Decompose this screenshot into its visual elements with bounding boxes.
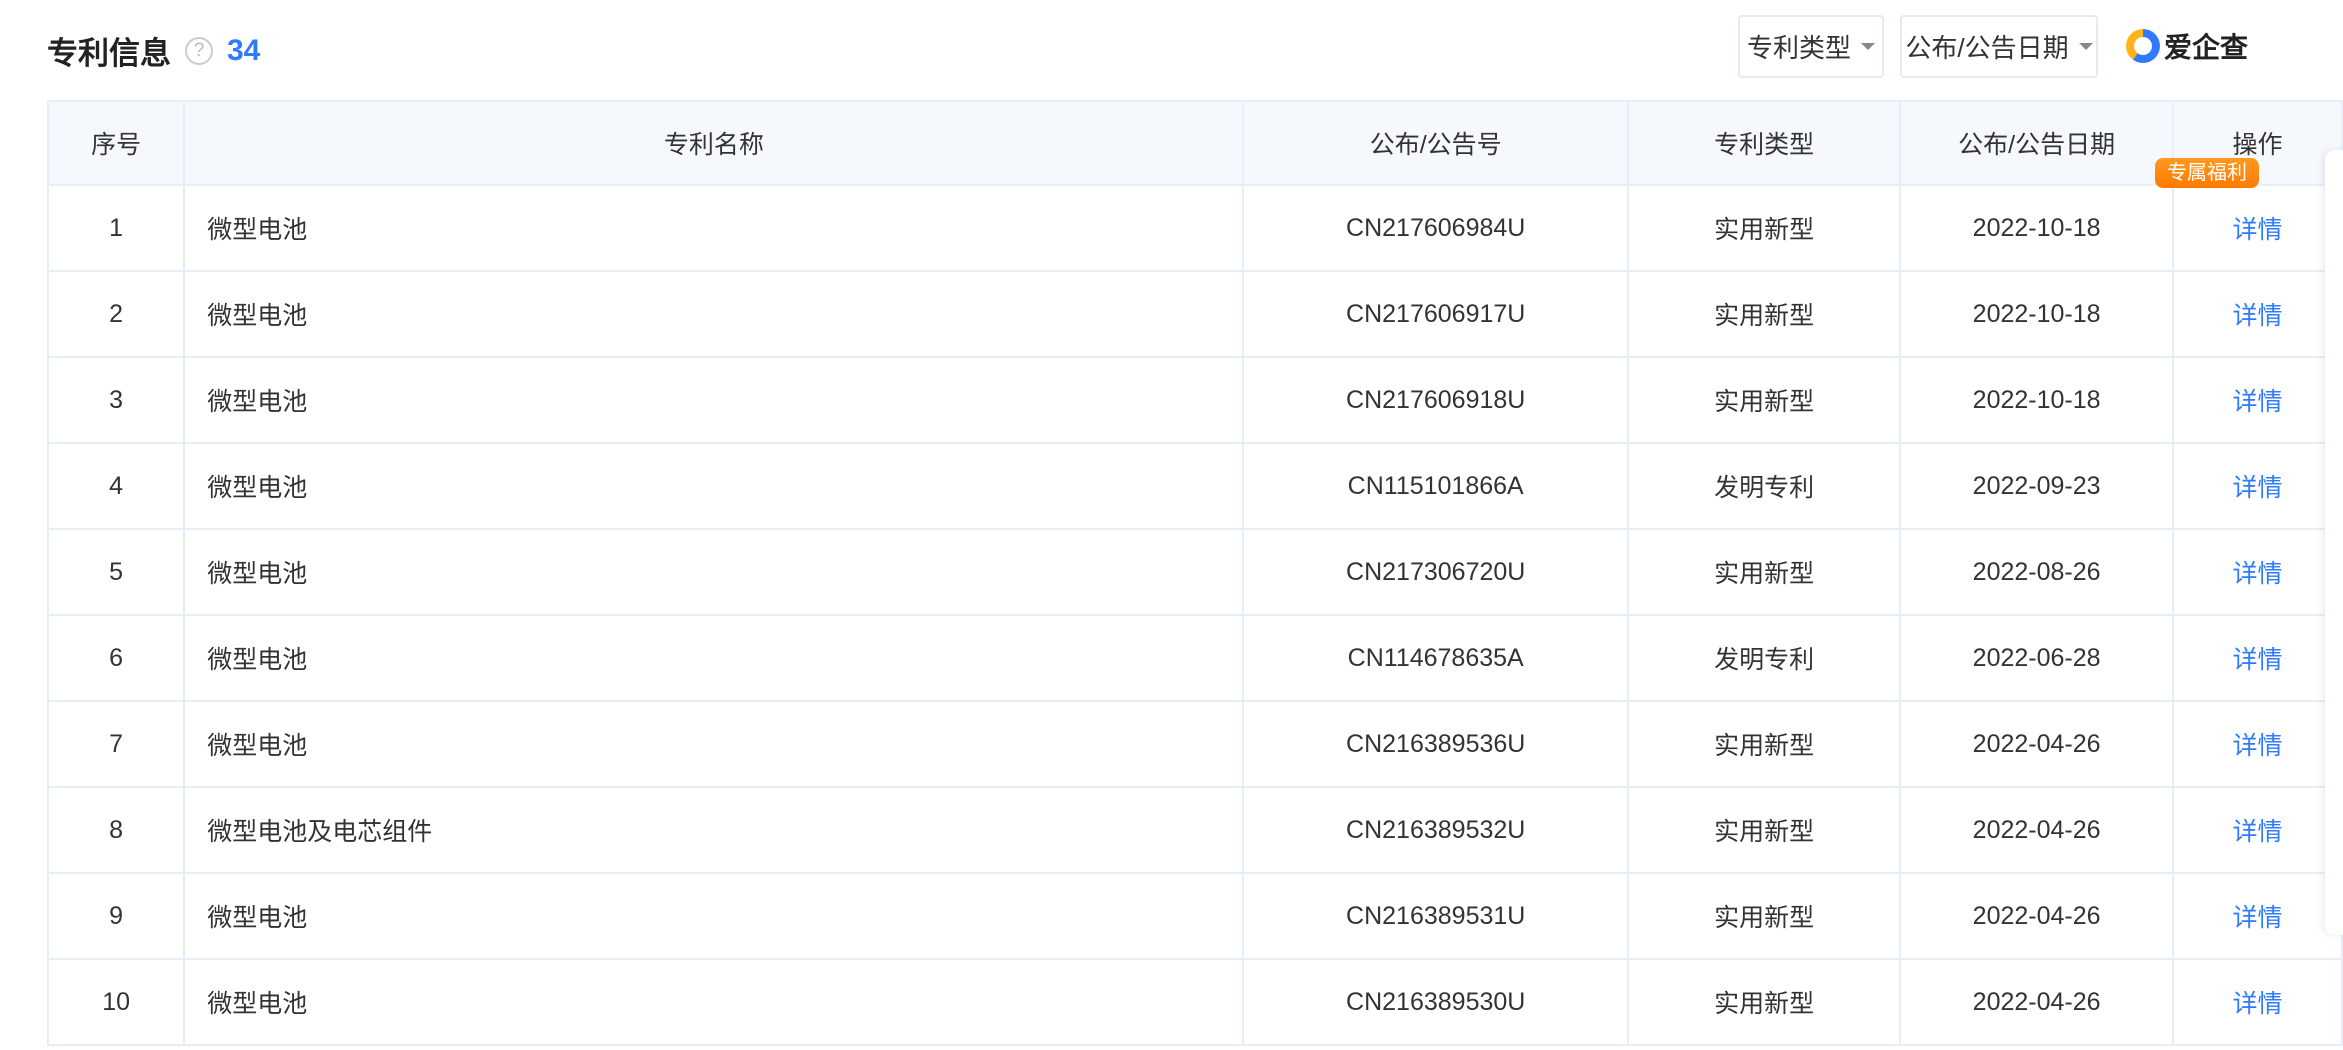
cell-name: 微型电池	[183, 614, 1245, 702]
detail-link[interactable]: 详情	[2171, 356, 2343, 444]
cell-no: 9	[46, 872, 186, 960]
cell-name: 微型电池	[183, 872, 1245, 960]
cell-type: 实用新型	[1626, 872, 1902, 960]
cell-date: 2022-10-18	[1899, 356, 2174, 444]
cell-no: 4	[46, 442, 186, 530]
cell-type: 发明专利	[1626, 614, 1902, 702]
table-row: 2 微型电池 CN217606917U 实用新型 2022-10-18 详情	[46, 270, 2343, 358]
cell-type: 实用新型	[1626, 356, 1902, 444]
cell-pub-no: CN216389530U	[1242, 958, 1629, 1046]
detail-link[interactable]: 详情	[2171, 614, 2343, 702]
cell-no: 7	[46, 700, 186, 788]
detail-link[interactable]: 详情	[2171, 872, 2343, 960]
cell-date: 2022-10-18	[1899, 270, 2174, 358]
table-row: 1 微型电池 CN217606984U 实用新型 2022-10-18 详情	[46, 184, 2343, 272]
col-header-pub-no: 公布/公告号	[1242, 100, 1629, 186]
cell-no: 2	[46, 270, 186, 358]
detail-link[interactable]: 详情	[2171, 270, 2343, 358]
help-icon[interactable]: ?	[185, 36, 213, 65]
col-header-type: 专利类型	[1626, 100, 1902, 186]
table-row: 3 微型电池 CN217606918U 实用新型 2022-10-18 详情	[46, 356, 2343, 444]
section-header: 专利信息 ? 34	[47, 28, 260, 73]
cell-name: 微型电池	[183, 442, 1245, 530]
cell-type: 实用新型	[1626, 700, 1902, 788]
patent-type-filter-label: 专利类型	[1746, 33, 1851, 63]
cell-name: 微型电池及电芯组件	[183, 786, 1245, 874]
cell-name: 微型电池	[183, 356, 1245, 444]
col-header-date: 公布/公告日期	[1899, 100, 2174, 186]
cell-date: 2022-04-26	[1899, 958, 2174, 1046]
cell-name: 微型电池	[183, 700, 1245, 788]
cell-name: 微型电池	[183, 528, 1245, 616]
cell-no: 1	[46, 184, 186, 272]
aiqicha-logo-icon	[2126, 29, 2160, 63]
detail-link[interactable]: 详情	[2171, 442, 2343, 530]
patent-table: 序号 专利名称 公布/公告号 专利类型 公布/公告日期 操作 1 微型电池 CN21…	[46, 100, 2343, 1046]
caret-down-icon	[1861, 43, 1875, 50]
cell-date: 2022-09-23	[1899, 442, 2174, 530]
detail-link[interactable]: 详情	[2171, 184, 2343, 272]
cell-pub-no: CN216389536U	[1242, 700, 1629, 788]
cell-date: 2022-04-26	[1899, 700, 2174, 788]
cell-pub-no: CN115101866A	[1242, 442, 1629, 530]
table-row: 4 微型电池 CN115101866A 发明专利 2022-09-23 详情	[46, 442, 2343, 530]
cell-type: 实用新型	[1626, 184, 1902, 272]
table-row: 10 微型电池 CN216389530U 实用新型 2022-04-26 详情	[46, 958, 2343, 1046]
cell-no: 8	[46, 786, 186, 874]
cell-date: 2022-04-26	[1899, 872, 2174, 960]
publish-date-filter-label: 公布/公告日期	[1905, 33, 2069, 63]
detail-link[interactable]: 详情	[2171, 958, 2343, 1046]
promo-badge[interactable]: 专属福利	[2155, 158, 2259, 188]
cell-pub-no: CN216389532U	[1242, 786, 1629, 874]
publish-date-filter[interactable]: 公布/公告日期	[1900, 15, 2098, 78]
patent-type-filter[interactable]: 专利类型	[1738, 15, 1884, 78]
cell-date: 2022-04-26	[1899, 786, 2174, 874]
caret-down-icon	[2078, 43, 2093, 50]
table-row: 8 微型电池及电芯组件 CN216389532U 实用新型 2022-04-26 详情	[46, 786, 2343, 874]
table-row: 9 微型电池 CN216389531U 实用新型 2022-04-26 详情	[46, 872, 2343, 960]
side-panel	[2325, 150, 2343, 935]
detail-link[interactable]: 详情	[2171, 700, 2343, 788]
col-header-no: 序号	[46, 100, 186, 186]
cell-name: 微型电池	[183, 184, 1245, 272]
cell-pub-no: CN217306720U	[1242, 528, 1629, 616]
aiqicha-logo: 爱企查	[2126, 26, 2248, 66]
cell-type: 实用新型	[1626, 528, 1902, 616]
detail-link[interactable]: 详情	[2171, 786, 2343, 874]
section-title: 专利信息	[47, 36, 171, 71]
cell-type: 实用新型	[1626, 958, 1902, 1046]
cell-pub-no: CN217606917U	[1242, 270, 1629, 358]
cell-date: 2022-10-18	[1899, 184, 2174, 272]
cell-type: 发明专利	[1626, 442, 1902, 530]
table-row: 5 微型电池 CN217306720U 实用新型 2022-08-26 详情	[46, 528, 2343, 616]
cell-date: 2022-06-28	[1899, 614, 2174, 702]
cell-date: 2022-08-26	[1899, 528, 2174, 616]
table-header-row: 序号 专利名称 公布/公告号 专利类型 公布/公告日期 操作	[46, 100, 2343, 186]
cell-pub-no: CN114678635A	[1242, 614, 1629, 702]
cell-no: 6	[46, 614, 186, 702]
cell-pub-no: CN217606984U	[1242, 184, 1629, 272]
cell-name: 微型电池	[183, 270, 1245, 358]
col-header-name: 专利名称	[183, 100, 1245, 186]
table-row: 7 微型电池 CN216389536U 实用新型 2022-04-26 详情	[46, 700, 2343, 788]
detail-link[interactable]: 详情	[2171, 528, 2343, 616]
patent-count: 34	[227, 33, 261, 67]
logo-text: 爱企查	[2164, 32, 2249, 63]
cell-pub-no: CN216389531U	[1242, 872, 1629, 960]
table-row: 6 微型电池 CN114678635A 发明专利 2022-06-28 详情	[46, 614, 2343, 702]
cell-no: 10	[46, 958, 186, 1046]
cell-type: 实用新型	[1626, 786, 1902, 874]
cell-type: 实用新型	[1626, 270, 1902, 358]
cell-no: 5	[46, 528, 186, 616]
cell-no: 3	[46, 356, 186, 444]
cell-name: 微型电池	[183, 958, 1245, 1046]
cell-pub-no: CN217606918U	[1242, 356, 1629, 444]
